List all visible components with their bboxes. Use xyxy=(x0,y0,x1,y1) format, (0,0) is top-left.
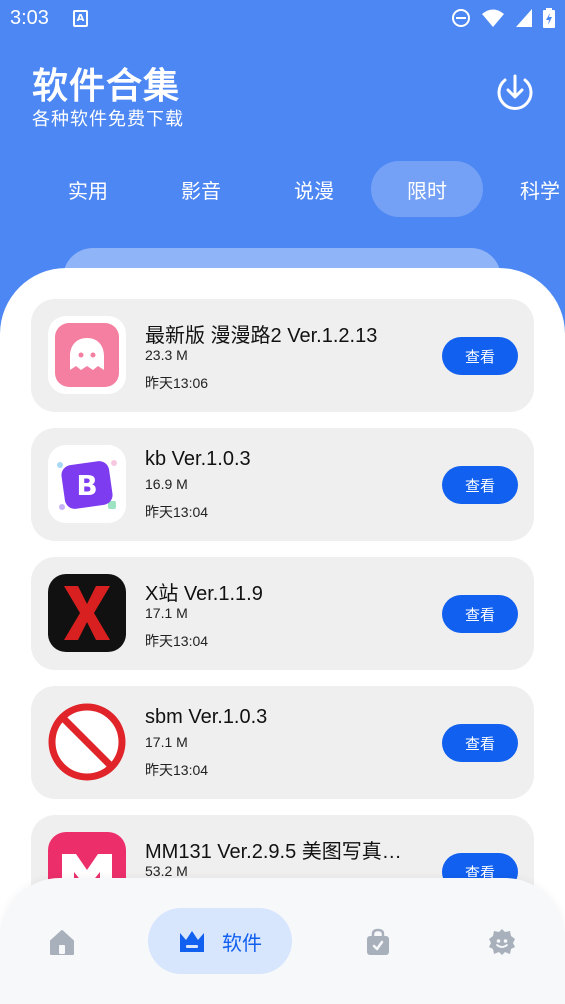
notification-icon: A xyxy=(73,10,88,27)
nav-software-label: 软件 xyxy=(222,930,262,955)
app-name: kb Ver.1.0.3 xyxy=(145,448,251,470)
tab-practical[interactable]: 实用 xyxy=(32,161,144,217)
app-name: X站 Ver.1.1.9 xyxy=(145,583,263,605)
page-subtitle: 各种软件免费下载 xyxy=(32,109,184,130)
user-face-icon xyxy=(489,929,515,955)
category-tabs: 实用 影音 说漫 限时 科学 xyxy=(0,161,565,217)
view-button[interactable]: 查看 xyxy=(442,466,518,504)
nav-home[interactable] xyxy=(46,926,78,958)
app-size: 17.1 M xyxy=(145,605,188,621)
app-size: 23.3 M xyxy=(145,347,188,363)
app-name: sbm Ver.1.0.3 xyxy=(145,706,268,728)
app-time: 昨天13:04 xyxy=(145,504,209,520)
app-name: 最新版 漫漫路2 Ver.1.2.13 xyxy=(145,325,378,347)
wifi-icon xyxy=(482,9,504,27)
signal-icon xyxy=(516,9,532,27)
app-size: 16.9 M xyxy=(145,476,188,492)
nav-profile[interactable] xyxy=(486,926,518,958)
crown-icon xyxy=(180,931,204,952)
app-size: 17.1 M xyxy=(145,734,188,750)
nav-shop[interactable] xyxy=(362,926,394,958)
status-icons xyxy=(451,8,555,28)
app-time: 昨天13:04 xyxy=(145,762,209,778)
app-card[interactable]: B kb Ver.1.0.3 16.9 M 昨天13:04 查看 xyxy=(31,428,534,541)
app-size: 53.2 M xyxy=(145,863,188,879)
page-title: 软件合集 xyxy=(32,66,181,107)
svg-text:B: B xyxy=(76,469,97,502)
prohibited-icon xyxy=(48,703,126,781)
bootstrap-icon: B xyxy=(48,445,126,523)
app-card[interactable]: X站 Ver.1.1.9 17.1 M 昨天13:04 查看 xyxy=(31,557,534,670)
download-button[interactable] xyxy=(495,72,535,112)
tab-science[interactable]: 科学 xyxy=(484,161,565,217)
app-card[interactable]: 最新版 漫漫路2 Ver.1.2.13 23.3 M 昨天13:06 查看 xyxy=(31,299,534,412)
x-icon xyxy=(48,574,126,652)
ghost-icon xyxy=(48,316,126,394)
dnd-icon xyxy=(452,9,470,27)
app-card[interactable]: sbm Ver.1.0.3 17.1 M 昨天13:04 查看 xyxy=(31,686,534,799)
status-time: 3:03 xyxy=(10,7,49,29)
battery-icon xyxy=(543,8,555,28)
download-icon xyxy=(497,74,533,110)
app-time: 昨天13:04 xyxy=(145,633,209,649)
nav-software[interactable]: 软件 xyxy=(148,908,292,974)
tab-novels-comics[interactable]: 说漫 xyxy=(258,161,370,217)
tab-media[interactable]: 影音 xyxy=(145,161,257,217)
app-time: 昨天13:06 xyxy=(145,375,209,391)
view-button[interactable]: 查看 xyxy=(442,595,518,633)
shop-bag-icon xyxy=(367,928,389,955)
tab-limited[interactable]: 限时 xyxy=(371,161,483,217)
home-icon xyxy=(50,930,74,955)
status-bar: 3:03 A xyxy=(0,0,565,38)
bottom-nav: 软件 xyxy=(0,878,565,1004)
app-name: MM131 Ver.2.9.5 美图写真… xyxy=(145,841,402,863)
view-button[interactable]: 查看 xyxy=(442,337,518,375)
view-button[interactable]: 查看 xyxy=(442,724,518,762)
